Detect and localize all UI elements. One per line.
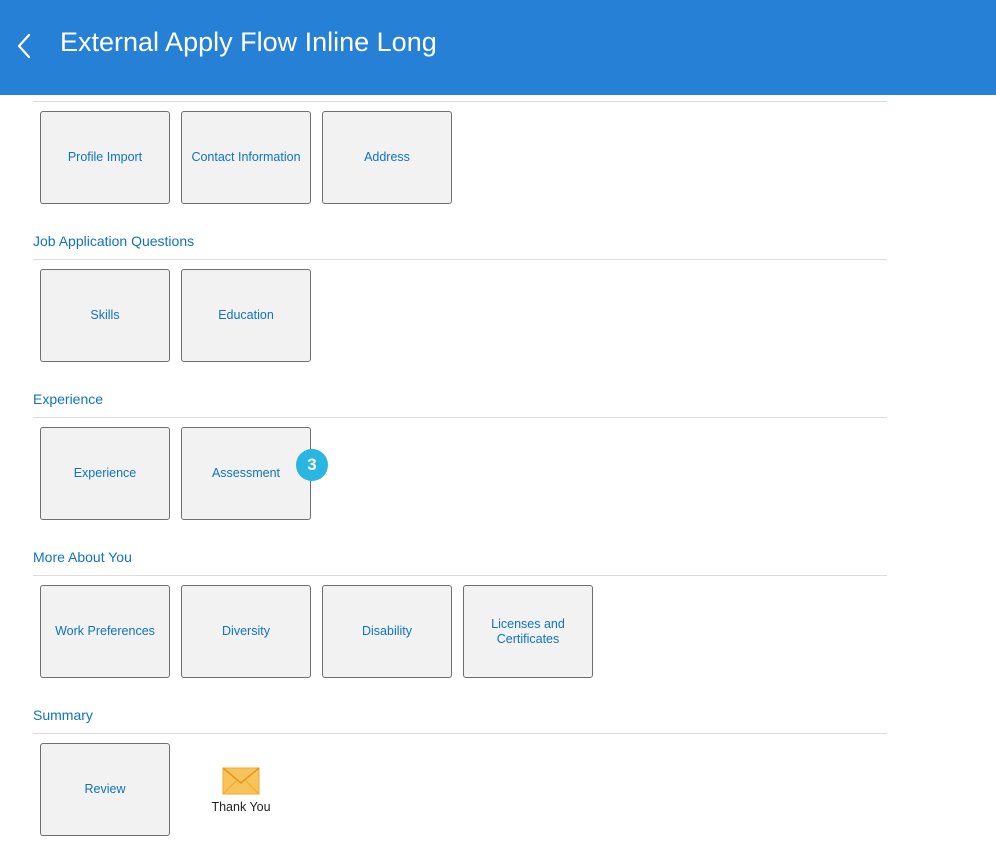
section-title: More About You [33, 549, 132, 565]
tile-assessment[interactable]: Assessment [181, 427, 311, 520]
step-count-badge: 3 [296, 449, 328, 481]
tile-education[interactable]: Education [181, 269, 311, 362]
tile-diversity[interactable]: Diversity [181, 585, 311, 678]
thank-you-label: Thank You [211, 800, 271, 814]
header-bar: External Apply Flow Inline Long [0, 0, 996, 95]
section-divider [33, 575, 887, 576]
section-divider [33, 259, 887, 260]
tile-disability[interactable]: Disability [322, 585, 452, 678]
tile-address[interactable]: Address [322, 111, 452, 204]
chevron-left-icon [17, 33, 31, 59]
main-content: Profile Import Contact Information Addre… [0, 95, 996, 842]
thank-you-item[interactable]: Thank You [202, 767, 280, 814]
section-title: Experience [33, 391, 104, 407]
back-button[interactable] [10, 24, 38, 68]
tile-profile-import[interactable]: Profile Import [40, 111, 170, 204]
section-title: Job Application Questions [33, 233, 195, 249]
tile-contact-information[interactable]: Contact Information [181, 111, 311, 204]
section-divider [33, 101, 887, 102]
tile-experience[interactable]: Experience [40, 427, 170, 520]
tile-work-preferences[interactable]: Work Preferences [40, 585, 170, 678]
envelope-icon [222, 767, 260, 795]
tile-licenses-and-certificates[interactable]: Licenses and Certificates [463, 585, 593, 678]
section-divider [33, 417, 887, 418]
page-title: External Apply Flow Inline Long [60, 27, 437, 57]
section-divider [33, 733, 887, 734]
tile-review[interactable]: Review [40, 743, 170, 836]
section-title: Summary [33, 707, 93, 723]
tile-skills[interactable]: Skills [40, 269, 170, 362]
